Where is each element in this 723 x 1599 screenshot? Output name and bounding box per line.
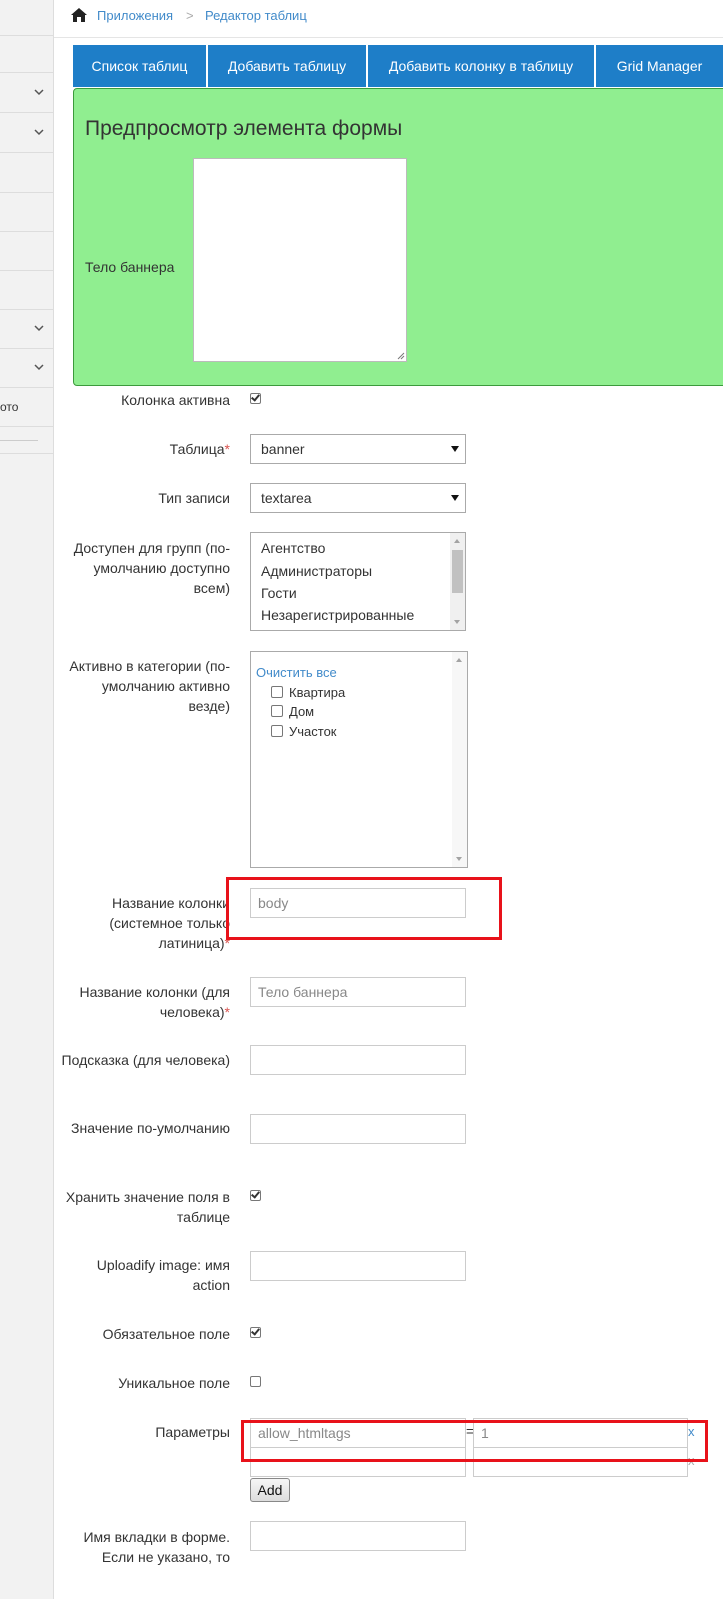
- chevron-down-icon: [34, 325, 44, 332]
- store-label: Хранить значение поля в таблице: [65, 1189, 230, 1225]
- highlight-box: [241, 1420, 708, 1462]
- uploadify-input[interactable]: [250, 1251, 466, 1281]
- groups-label: Доступен для групп (по-умолчанию доступн…: [73, 540, 230, 596]
- tab-grid-manager[interactable]: Grid Manager: [596, 45, 723, 87]
- sidebar-item[interactable]: [0, 36, 53, 73]
- tab-table-list[interactable]: Список таблиц: [73, 45, 206, 87]
- preview-field-label: Тело баннера: [85, 259, 175, 275]
- category-label: Дом: [289, 704, 315, 719]
- category-item[interactable]: Участок: [271, 724, 337, 740]
- type-select[interactable]: textarea: [250, 483, 466, 513]
- required-label: Обязательное поле: [102, 1326, 230, 1342]
- human-name-label: Название колонки (для человека)*: [60, 982, 230, 1022]
- scroll-up-icon[interactable]: [456, 658, 462, 662]
- tab-name-input[interactable]: [250, 1521, 466, 1551]
- scrollbar[interactable]: [452, 652, 467, 867]
- active-checkbox[interactable]: [250, 393, 261, 404]
- human-name-input[interactable]: Тело баннера: [250, 977, 466, 1007]
- sidebar-item[interactable]: [0, 231, 53, 271]
- preview-title: Предпросмотр элемента формы: [85, 117, 403, 140]
- tab-add-table[interactable]: Добавить таблицу: [208, 45, 366, 87]
- default-label: Значение по-умолчанию: [71, 1120, 230, 1136]
- sidebar-item[interactable]: ото: [0, 388, 53, 427]
- dropdown-arrow-icon: [451, 495, 459, 501]
- scroll-down-icon[interactable]: [456, 857, 462, 861]
- home-icon[interactable]: [70, 7, 88, 23]
- category-checkbox[interactable]: [271, 686, 283, 698]
- sidebar-item[interactable]: [0, 270, 53, 310]
- dropdown-arrow-icon: [451, 446, 459, 452]
- list-item[interactable]: Администраторы: [261, 563, 372, 579]
- hint-label: Подсказка (для человека): [61, 1052, 230, 1068]
- sidebar: ото: [0, 0, 54, 1599]
- table-select[interactable]: banner: [250, 434, 466, 464]
- scrollbar[interactable]: [450, 533, 465, 630]
- scroll-up-icon[interactable]: [454, 539, 460, 543]
- list-item[interactable]: Гости: [261, 585, 297, 601]
- highlight-box: [226, 877, 502, 940]
- scrollbar-thumb[interactable]: [452, 550, 463, 593]
- category-label: Квартира: [289, 685, 346, 700]
- category-item[interactable]: Квартира: [271, 685, 345, 701]
- hint-input[interactable]: [250, 1045, 466, 1075]
- required-marker: *: [224, 441, 230, 457]
- sidebar-divider: [0, 453, 53, 454]
- sidebar-item[interactable]: [0, 348, 53, 388]
- system-name-label-text: Название колонки (системное только латин…: [109, 895, 230, 951]
- tab-add-column[interactable]: Добавить колонку в таблицу: [368, 45, 594, 87]
- category-checkbox[interactable]: [271, 725, 283, 737]
- type-select-value: textarea: [261, 490, 312, 506]
- sidebar-item[interactable]: [0, 113, 53, 153]
- sidebar-item[interactable]: [0, 153, 53, 193]
- categories-label: Активно в категории (по-умолчанию активн…: [69, 658, 230, 714]
- active-label: Колонка активна: [121, 392, 230, 408]
- unique-label: Уникальное поле: [118, 1375, 230, 1391]
- category-checkbox[interactable]: [271, 705, 283, 717]
- table-label: Таблица*: [60, 439, 230, 459]
- category-item[interactable]: Дом: [271, 704, 314, 720]
- default-input[interactable]: [250, 1114, 466, 1144]
- table-label-text: Таблица: [169, 441, 225, 457]
- list-item[interactable]: Агентство: [261, 540, 325, 556]
- breadcrumb-separator: >: [186, 8, 194, 23]
- categories-box: Очистить все Квартира Дом Участок: [250, 651, 468, 868]
- form-element-preview: Предпросмотр элемента формы Тело баннера: [73, 88, 723, 386]
- params-label: Параметры: [155, 1424, 230, 1440]
- sidebar-item-label: ото: [0, 400, 19, 414]
- required-marker: *: [224, 1004, 230, 1020]
- add-param-button[interactable]: Add: [250, 1478, 290, 1502]
- preview-textarea[interactable]: [193, 158, 407, 362]
- sidebar-item[interactable]: [0, 0, 53, 36]
- tab-name-label: Имя вкладки в форме. Если не указано, то: [83, 1529, 230, 1565]
- required-checkbox[interactable]: [250, 1327, 261, 1338]
- resize-grip-icon[interactable]: [397, 352, 405, 360]
- chevron-down-icon: [34, 129, 44, 136]
- clear-all-link[interactable]: Очистить все: [256, 665, 337, 680]
- system-name-label: Название колонки (системное только латин…: [60, 893, 230, 953]
- scroll-down-icon[interactable]: [454, 620, 460, 624]
- table-select-value: banner: [261, 441, 305, 457]
- sidebar-item[interactable]: [0, 73, 53, 113]
- category-label: Участок: [289, 724, 337, 739]
- chevron-down-icon: [34, 364, 44, 371]
- uploadify-label: Uploadify image: имя action: [96, 1257, 230, 1293]
- breadcrumb-link-apps[interactable]: Приложения: [97, 8, 173, 23]
- chevron-down-icon: [34, 89, 44, 96]
- unique-checkbox[interactable]: [250, 1376, 261, 1387]
- breadcrumb-divider: [54, 37, 723, 38]
- sidebar-item[interactable]: [0, 309, 53, 349]
- breadcrumb-link-table-editor[interactable]: Редактор таблиц: [205, 8, 307, 23]
- list-item[interactable]: Незарегистрированные: [261, 607, 414, 623]
- sidebar-item[interactable]: [0, 192, 53, 232]
- store-checkbox[interactable]: [250, 1190, 261, 1201]
- groups-multiselect[interactable]: Агентство Администраторы Гости Незарегис…: [250, 532, 466, 631]
- sidebar-divider: [0, 440, 38, 441]
- human-name-label-text: Название колонки (для человека): [79, 984, 230, 1020]
- type-label: Тип записи: [158, 490, 230, 506]
